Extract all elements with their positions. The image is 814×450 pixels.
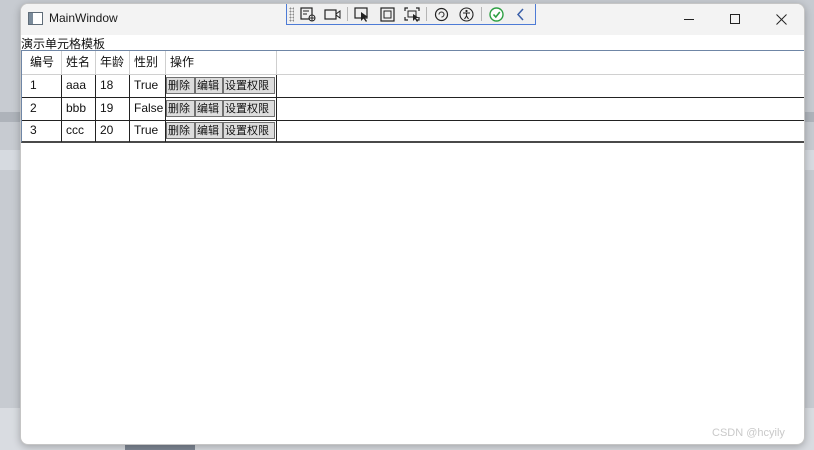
- display-adorners-icon[interactable]: [377, 5, 398, 24]
- cell-id[interactable]: 1: [26, 75, 62, 97]
- edit-button[interactable]: 编辑: [195, 122, 223, 139]
- delete-button[interactable]: 删除: [166, 122, 195, 139]
- window-title: MainWindow: [49, 11, 118, 25]
- cell-name[interactable]: aaa: [62, 75, 96, 97]
- set-permission-button[interactable]: 设置权限: [223, 122, 275, 139]
- collapse-icon[interactable]: [510, 5, 531, 24]
- set-permission-button[interactable]: 设置权限: [223, 100, 275, 117]
- column-header-actions[interactable]: 操作: [166, 51, 277, 74]
- cell-gender[interactable]: True: [130, 75, 166, 97]
- hot-reload-icon[interactable]: [431, 5, 452, 24]
- wpf-debug-toolbar: [286, 4, 536, 25]
- cell-age[interactable]: 19: [96, 98, 130, 120]
- cell-id[interactable]: 2: [26, 98, 62, 120]
- cell-age[interactable]: 18: [96, 75, 130, 97]
- column-header-name[interactable]: 姓名: [62, 51, 96, 74]
- close-button[interactable]: [758, 4, 804, 35]
- cell-actions: 删除 编辑 设置权限: [166, 98, 277, 120]
- cell-gender[interactable]: False: [130, 98, 166, 120]
- toolbar-grip[interactable]: [289, 6, 294, 22]
- toolbar-separator: [480, 7, 482, 21]
- set-permission-button[interactable]: 设置权限: [223, 77, 275, 94]
- select-element-icon[interactable]: [352, 5, 373, 24]
- table-row[interactable]: 1 aaa 18 True 删除 编辑 设置权限: [22, 75, 804, 98]
- delete-button[interactable]: 删除: [166, 100, 195, 117]
- toolbar-separator: [347, 7, 349, 21]
- cell-gender[interactable]: True: [130, 120, 166, 142]
- app-icon: [28, 12, 43, 25]
- column-header-gender[interactable]: 性别: [130, 51, 166, 74]
- watermark: CSDN @hcyily: [712, 427, 785, 439]
- cell-age[interactable]: 20: [96, 120, 130, 142]
- column-header-age[interactable]: 年龄: [96, 51, 130, 74]
- main-window: MainWindow 演示单元格模板 编号 姓名 年龄 性别 操作 1 aaa …: [20, 3, 805, 445]
- toolbar-separator: [426, 7, 428, 21]
- record-icon[interactable]: [323, 5, 344, 24]
- live-visual-tree-icon[interactable]: [298, 5, 319, 24]
- title-bar[interactable]: MainWindow: [21, 4, 804, 35]
- binding-check-icon[interactable]: [486, 5, 507, 24]
- minimize-button[interactable]: [666, 4, 712, 35]
- cell-name[interactable]: ccc: [62, 120, 96, 142]
- maximize-button[interactable]: [712, 4, 758, 35]
- delete-button[interactable]: 删除: [166, 77, 195, 94]
- table-row[interactable]: 2 bbb 19 False 删除 编辑 设置权限: [22, 98, 804, 121]
- data-grid: 编号 姓名 年龄 性别 操作 1 aaa 18 True 删除 编辑 设置权限 …: [21, 50, 804, 143]
- edit-button[interactable]: 编辑: [195, 100, 223, 117]
- track-focus-icon[interactable]: [402, 5, 423, 24]
- accessibility-icon[interactable]: [456, 5, 477, 24]
- column-header-id[interactable]: 编号: [26, 51, 62, 74]
- cell-name[interactable]: bbb: [62, 98, 96, 120]
- table-row[interactable]: 3 ccc 20 True 删除 编辑 设置权限: [22, 120, 804, 142]
- edit-button[interactable]: 编辑: [195, 77, 223, 94]
- cell-actions: 删除 编辑 设置权限: [166, 75, 277, 97]
- cell-id[interactable]: 3: [26, 120, 62, 142]
- cell-actions: 删除 编辑 设置权限: [166, 120, 277, 142]
